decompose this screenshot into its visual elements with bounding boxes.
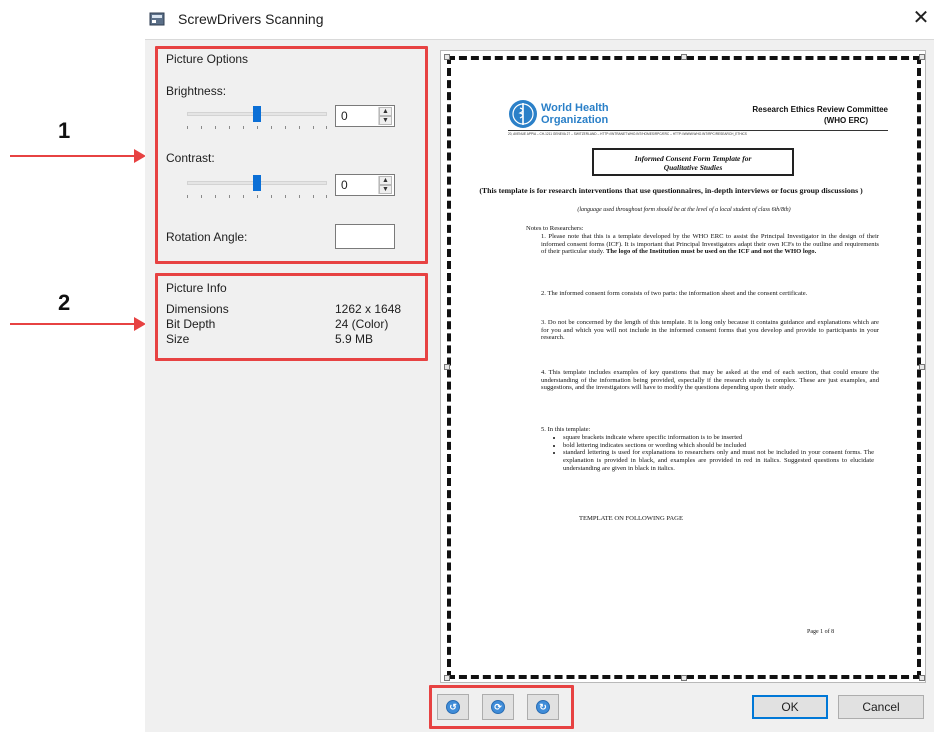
rotate-left-icon: ↺ [446,700,460,714]
slider-tick [299,195,300,198]
contrast-slider[interactable] [187,173,327,203]
crop-handle-bottom-right[interactable] [919,675,925,681]
crop-handle-bottom[interactable] [681,675,687,681]
committee-name-line1: Research Ethics Review Committee [752,105,888,114]
cancel-button[interactable]: Cancel [838,695,924,719]
rotation-angle-input[interactable] [335,224,395,249]
who-org-name-line2: Organization [541,114,609,126]
note-5-bullets: square brackets indicate where specific … [549,434,874,473]
window-title: ScrewDrivers Scanning [178,11,324,27]
slider-tick [229,195,230,198]
crop-handle-right[interactable] [919,364,925,370]
note-2: 2. The informed consent form consists of… [541,290,808,297]
slider-tick [313,195,314,198]
bullet-item: bold lettering indicates sections or wor… [563,442,874,450]
intro-bold-text: (This template is for research intervent… [479,186,863,195]
scanned-document: World Health Organization Research Ethic… [455,64,913,672]
crop-handle-left[interactable] [444,364,450,370]
crop-handle-top-left[interactable] [444,54,450,60]
brightness-label: Brightness: [166,84,227,98]
template-title-line2: Qualitative Studies [663,163,723,172]
header-address: 20, AVENUE APPIA – CH-1211 GENEVA 27 – S… [508,132,747,136]
slider-tick [299,126,300,129]
annotation-arrow-2 [10,323,136,325]
reset-rotation-button[interactable]: ⟳ [482,694,514,720]
committee-name-line2: (WHO ERC) [824,116,868,125]
slider-tick [285,126,286,129]
brightness-decrement-button[interactable]: ▼ [379,116,392,125]
contrast-label: Contrast: [166,151,215,165]
slider-tick [313,126,314,129]
template-title-line1: Informed Consent Form Template for [634,154,752,163]
ok-button[interactable]: OK [752,695,828,719]
contrast-spin-buttons: ▲ ▼ [378,176,392,194]
info-value-bit-depth: 24 (Color) [335,317,389,331]
contrast-spinbox[interactable]: 0 ▲ ▼ [335,174,395,196]
contrast-increment-button[interactable]: ▲ [379,176,392,185]
slider-tick [326,195,327,198]
slider-tick [215,195,216,198]
brightness-value[interactable]: 0 [341,109,348,123]
slider-tick [215,126,216,129]
annotation-number-2: 2 [58,290,71,315]
rotation-angle-label: Rotation Angle: [166,230,248,244]
rotate-right-icon: ↻ [536,700,550,714]
note-4: 4. This template includes examples of ke… [541,369,879,392]
page-number: Page 1 of 8 [807,629,835,635]
slider-tick [257,195,258,198]
info-label-dimensions: Dimensions [166,302,229,316]
contrast-decrement-button[interactable]: ▼ [379,185,392,194]
brightness-spin-buttons: ▲ ▼ [378,107,392,125]
picture-options-title: Picture Options [166,52,249,66]
info-value-dimensions: 1262 x 1648 [335,302,402,316]
slider-tick [187,195,188,198]
intro-italic-text: (language used throughout form should be… [577,207,791,213]
note-3: 3. Do not be concerned by the length of … [541,319,879,342]
brightness-slider-thumb[interactable] [253,106,261,122]
slider-tick [229,126,230,129]
slider-tick [243,126,244,129]
bullet-item: square brackets indicate where specific … [563,434,874,442]
reset-icon: ⟳ [491,700,505,714]
rotate-left-button[interactable]: ↺ [437,694,469,720]
slider-tick [257,126,258,129]
who-org-name-line1: World Health [541,102,609,114]
slider-tick [201,126,202,129]
bullet-item: standard lettering is used for explanati… [563,449,874,472]
rotate-right-button[interactable]: ↻ [527,694,559,720]
crop-handle-top[interactable] [681,54,687,60]
who-emblem-icon [508,99,538,129]
slider-tick [243,195,244,198]
slider-tick [201,195,202,198]
crop-handle-bottom-left[interactable] [444,675,450,681]
slider-tick [326,126,327,129]
template-title-box: Informed Consent Form Template for Quali… [592,148,794,176]
contrast-slider-thumb[interactable] [253,175,261,191]
notes-heading: Notes to Researchers: [526,225,584,232]
annotation-number-1: 1 [58,118,71,143]
picture-info-title: Picture Info [166,281,227,295]
note-1: 1. Please note that this is a template d… [541,233,879,256]
info-label-size: Size [166,332,190,346]
slider-tick [271,195,272,198]
note-5-heading: 5. In this template: [541,426,591,433]
contrast-value[interactable]: 0 [341,178,348,192]
slider-tick [285,195,286,198]
info-value-size: 5.9 MB [335,332,374,346]
brightness-increment-button[interactable]: ▲ [379,107,392,116]
header-rule [508,130,888,131]
note-1-bold-text: The logo of the Institution must be used… [605,248,817,256]
brightness-slider[interactable] [187,104,327,134]
close-icon[interactable]: ✕ [908,5,934,31]
brightness-spinbox[interactable]: 0 ▲ ▼ [335,105,395,127]
template-following-text: TEMPLATE ON FOLLOWING PAGE [579,515,683,522]
info-label-bit-depth: Bit Depth [166,317,216,331]
app-icon [149,11,165,27]
slider-tick [271,126,272,129]
crop-handle-top-right[interactable] [919,54,925,60]
annotation-arrow-1 [10,155,136,157]
slider-tick [187,126,188,129]
